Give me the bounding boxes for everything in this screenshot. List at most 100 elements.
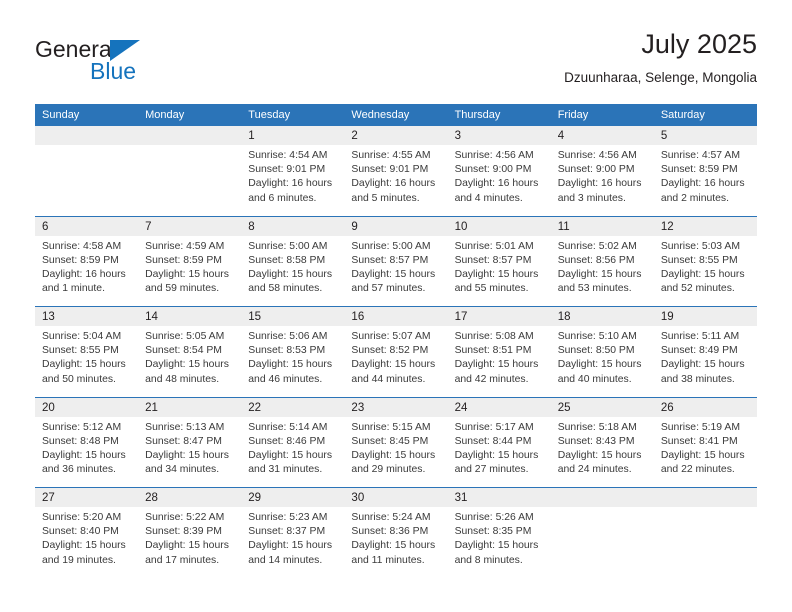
daylight-text: Daylight: 16 hours and 3 minutes.	[557, 178, 642, 204]
calendar-day-cell[interactable]: 26 Sunrise: 5:19 AM Sunset: 8:41 PM Dayligh…	[653, 397, 757, 488]
sunrise-text: Sunrise: 5:13 AM	[145, 421, 225, 433]
day-number: 9	[351, 220, 358, 233]
sunrise-text: Sunrise: 5:14 AM	[248, 421, 328, 433]
sunrise-text: Sunrise: 4:59 AM	[145, 240, 225, 252]
calendar-day-cell[interactable]: 3 Sunrise: 4:56 AM Sunset: 9:00 PM Daylight…	[447, 126, 551, 216]
calendar-day-cell[interactable]: 14 Sunrise: 5:05 AM Sunset: 8:54 PM Dayligh…	[138, 307, 242, 397]
day-sun-info: Sunrise: 4:59 AM Sunset: 8:59 PM Daylight:…	[138, 236, 241, 297]
weekday-header-tuesday: Tuesday	[248, 109, 291, 121]
general-blue-logo: General Blue	[35, 38, 235, 88]
day-sun-info: Sunrise: 5:08 AM Sunset: 8:51 PM Daylight:…	[448, 326, 551, 387]
day-sun-info: Sunrise: 4:57 AM Sunset: 8:59 PM Daylight:…	[654, 145, 757, 206]
daylight-text: Daylight: 15 hours and 19 minutes.	[42, 540, 126, 566]
day-number: 3	[454, 130, 461, 142]
calendar-day-cell[interactable]: 2 Sunrise: 4:55 AM Sunset: 9:01 PM Daylight…	[344, 126, 448, 216]
calendar-day-cell[interactable]: 9 Sunrise: 5:00 AM Sunset: 8:57 PM Daylight…	[344, 216, 448, 307]
calendar-day-cell[interactable]: 10 Sunrise: 5:01 AM Sunset: 8:57 PM Dayligh…	[447, 216, 551, 307]
daylight-text: Daylight: 16 hours and 4 minutes.	[454, 178, 539, 204]
daylight-text: Daylight: 16 hours and 6 minutes.	[248, 178, 333, 204]
day-number-band: 27	[35, 488, 139, 507]
day-sun-info: Sunrise: 5:07 AM Sunset: 8:52 PM Daylight:…	[344, 326, 447, 387]
calendar-day-cell[interactable]: 24 Sunrise: 5:17 AM Sunset: 8:44 PM Dayligh…	[447, 397, 551, 488]
day-sun-info: Sunrise: 5:20 AM Sunset: 8:40 PM Daylight:…	[35, 507, 138, 568]
sunset-text: Sunset: 8:36 PM	[351, 526, 429, 538]
weekday-header-friday: Friday	[557, 109, 589, 121]
day-sun-info: Sunrise: 5:04 AM Sunset: 8:55 PM Daylight:…	[35, 326, 138, 387]
sunrise-text: Sunrise: 5:23 AM	[248, 512, 328, 523]
daylight-text: Daylight: 15 hours and 46 minutes.	[248, 359, 333, 385]
daylight-text: Daylight: 15 hours and 53 minutes.	[557, 268, 642, 295]
daylight-text: Daylight: 15 hours and 11 minutes.	[351, 540, 436, 566]
sunrise-text: Sunrise: 5:06 AM	[248, 331, 328, 342]
day-number-band: 23	[344, 397, 448, 417]
calendar-day-cell[interactable]: 4 Sunrise: 4:56 AM Sunset: 9:00 PM Daylight…	[550, 126, 654, 216]
calendar-weeks: 1 Sunrise: 4:54 AM Sunset: 9:01 PM Daylight…	[35, 126, 757, 578]
calendar-day-cell[interactable]: 20 Sunrise: 5:12 AM Sunset: 8:48 PM Dayligh…	[35, 397, 139, 488]
weekday-header-monday: Monday	[145, 109, 185, 121]
daylight-text: Daylight: 15 hours and 40 minutes.	[557, 359, 642, 385]
page-header: General Blue July 2025 Dzuunharaa, Selen…	[35, 28, 757, 98]
calendar-day-cell[interactable]: 22 Sunrise: 5:14 AM Sunset: 8:46 PM Dayligh…	[241, 397, 345, 488]
sunset-text: Sunset: 8:56 PM	[557, 254, 635, 266]
sunrise-text: Sunrise: 4:58 AM	[42, 240, 122, 252]
calendar-day-cell[interactable]: 30 Sunrise: 5:24 AM Sunset: 8:36 PM Dayligh…	[344, 488, 448, 578]
day-number-band: 22	[241, 397, 345, 417]
day-sun-info: Sunrise: 5:13 AM Sunset: 8:47 PM Daylight:…	[138, 417, 241, 478]
sunrise-text: Sunrise: 5:12 AM	[42, 421, 122, 433]
day-number-band: 4	[550, 126, 654, 145]
day-number-band: 24	[447, 397, 551, 417]
day-number: 21	[145, 401, 158, 414]
page-title: July 2025	[641, 29, 757, 59]
calendar-day-cell[interactable]: 27 Sunrise: 5:20 AM Sunset: 8:40 PM Dayligh…	[35, 488, 139, 578]
calendar-day-cell[interactable]: 7 Sunrise: 4:59 AM Sunset: 8:59 PM Daylight…	[138, 216, 242, 307]
day-number: 1	[248, 130, 255, 142]
calendar-day-cell[interactable]: 5 Sunrise: 4:57 AM Sunset: 8:59 PM Daylight…	[653, 126, 757, 216]
calendar-day-cell[interactable]: 8 Sunrise: 5:00 AM Sunset: 8:58 PM Daylight…	[241, 216, 345, 307]
weekday-header-thursday: Thursday	[454, 109, 501, 121]
day-number-band: 21	[138, 397, 242, 417]
day-sun-info: Sunrise: 5:18 AM Sunset: 8:43 PM Daylight:…	[551, 417, 654, 478]
page-subtitle: Dzuunharaa, Selenge, Mongolia	[564, 70, 757, 85]
sunset-text: Sunset: 8:57 PM	[454, 254, 532, 266]
calendar-day-cell[interactable]: 11 Sunrise: 5:02 AM Sunset: 8:56 PM Dayligh…	[550, 216, 654, 307]
sunrise-text: Sunrise: 5:17 AM	[454, 421, 534, 433]
day-number-band: 29	[241, 488, 345, 507]
daylight-text: Daylight: 15 hours and 42 minutes.	[454, 359, 539, 385]
calendar-day-cell[interactable]: 18 Sunrise: 5:10 AM Sunset: 8:50 PM Dayligh…	[550, 307, 654, 397]
calendar-day-cell[interactable]: 19 Sunrise: 5:11 AM Sunset: 8:49 PM Dayligh…	[653, 307, 757, 397]
daylight-text: Daylight: 15 hours and 38 minutes.	[660, 359, 745, 385]
calendar-day-cell[interactable]: 17 Sunrise: 5:08 AM Sunset: 8:51 PM Dayligh…	[447, 307, 551, 397]
sunrise-text: Sunrise: 5:07 AM	[351, 331, 431, 342]
sunset-text: Sunset: 8:48 PM	[42, 435, 119, 447]
daylight-text: Daylight: 15 hours and 36 minutes.	[42, 449, 126, 476]
day-sun-info: Sunrise: 5:00 AM Sunset: 8:58 PM Daylight:…	[241, 236, 344, 297]
day-sun-info: Sunrise: 5:11 AM Sunset: 8:49 PM Daylight:…	[654, 326, 757, 387]
calendar-day-cell[interactable]: 15 Sunrise: 5:06 AM Sunset: 8:53 PM Dayligh…	[241, 307, 345, 397]
calendar-day-cell[interactable]: 29 Sunrise: 5:23 AM Sunset: 8:37 PM Dayligh…	[241, 488, 345, 578]
calendar-week-row: 27 Sunrise: 5:20 AM Sunset: 8:40 PM Dayligh…	[35, 487, 757, 578]
sunrise-text: Sunrise: 5:10 AM	[557, 331, 637, 342]
daylight-text: Daylight: 15 hours and 24 minutes.	[557, 449, 642, 476]
calendar-grid: Sunday Monday Tuesday Wednesday Thursday Frid…	[35, 104, 757, 578]
calendar-day-cell[interactable]: 28 Sunrise: 5:22 AM Sunset: 8:39 PM Dayligh…	[138, 488, 242, 578]
day-number-band: 6	[35, 216, 139, 236]
calendar-day-cell[interactable]: 21 Sunrise: 5:13 AM Sunset: 8:47 PM Dayligh…	[138, 397, 242, 488]
day-number: 5	[660, 130, 668, 142]
day-number-band: 5	[653, 126, 757, 145]
day-number: 23	[351, 401, 365, 414]
calendar-day-cell[interactable]: 16 Sunrise: 5:07 AM Sunset: 8:52 PM Dayligh…	[344, 307, 448, 397]
sunset-text: Sunset: 8:35 PM	[454, 526, 532, 538]
calendar-day-cell[interactable]: 31 Sunrise: 5:26 AM Sunset: 8:35 PM Dayligh…	[447, 488, 551, 578]
sunrise-text: Sunrise: 5:02 AM	[557, 240, 637, 252]
daylight-text: Daylight: 15 hours and 59 minutes.	[145, 268, 229, 295]
calendar-day-cell[interactable]: 25 Sunrise: 5:18 AM Sunset: 8:43 PM Dayligh…	[550, 397, 654, 488]
calendar-day-cell[interactable]: 1 Sunrise: 4:54 AM Sunset: 9:01 PM Daylight…	[241, 126, 345, 216]
day-number-band: 30	[344, 488, 448, 507]
calendar-week-row: 13 Sunrise: 5:04 AM Sunset: 8:55 PM Dayligh…	[35, 306, 757, 397]
calendar-day-cell[interactable]: 13 Sunrise: 5:04 AM Sunset: 8:55 PM Dayligh…	[35, 307, 139, 397]
calendar-day-cell[interactable]: 23 Sunrise: 5:15 AM Sunset: 8:45 PM Dayligh…	[344, 397, 448, 488]
sunset-text: Sunset: 9:00 PM	[454, 164, 532, 176]
day-number-band: 25	[550, 397, 654, 417]
calendar-day-cell[interactable]: 6 Sunrise: 4:58 AM Sunset: 8:59 PM Daylight…	[35, 216, 139, 307]
calendar-day-cell[interactable]: 12 Sunrise: 5:03 AM Sunset: 8:55 PM Dayligh…	[653, 216, 757, 307]
